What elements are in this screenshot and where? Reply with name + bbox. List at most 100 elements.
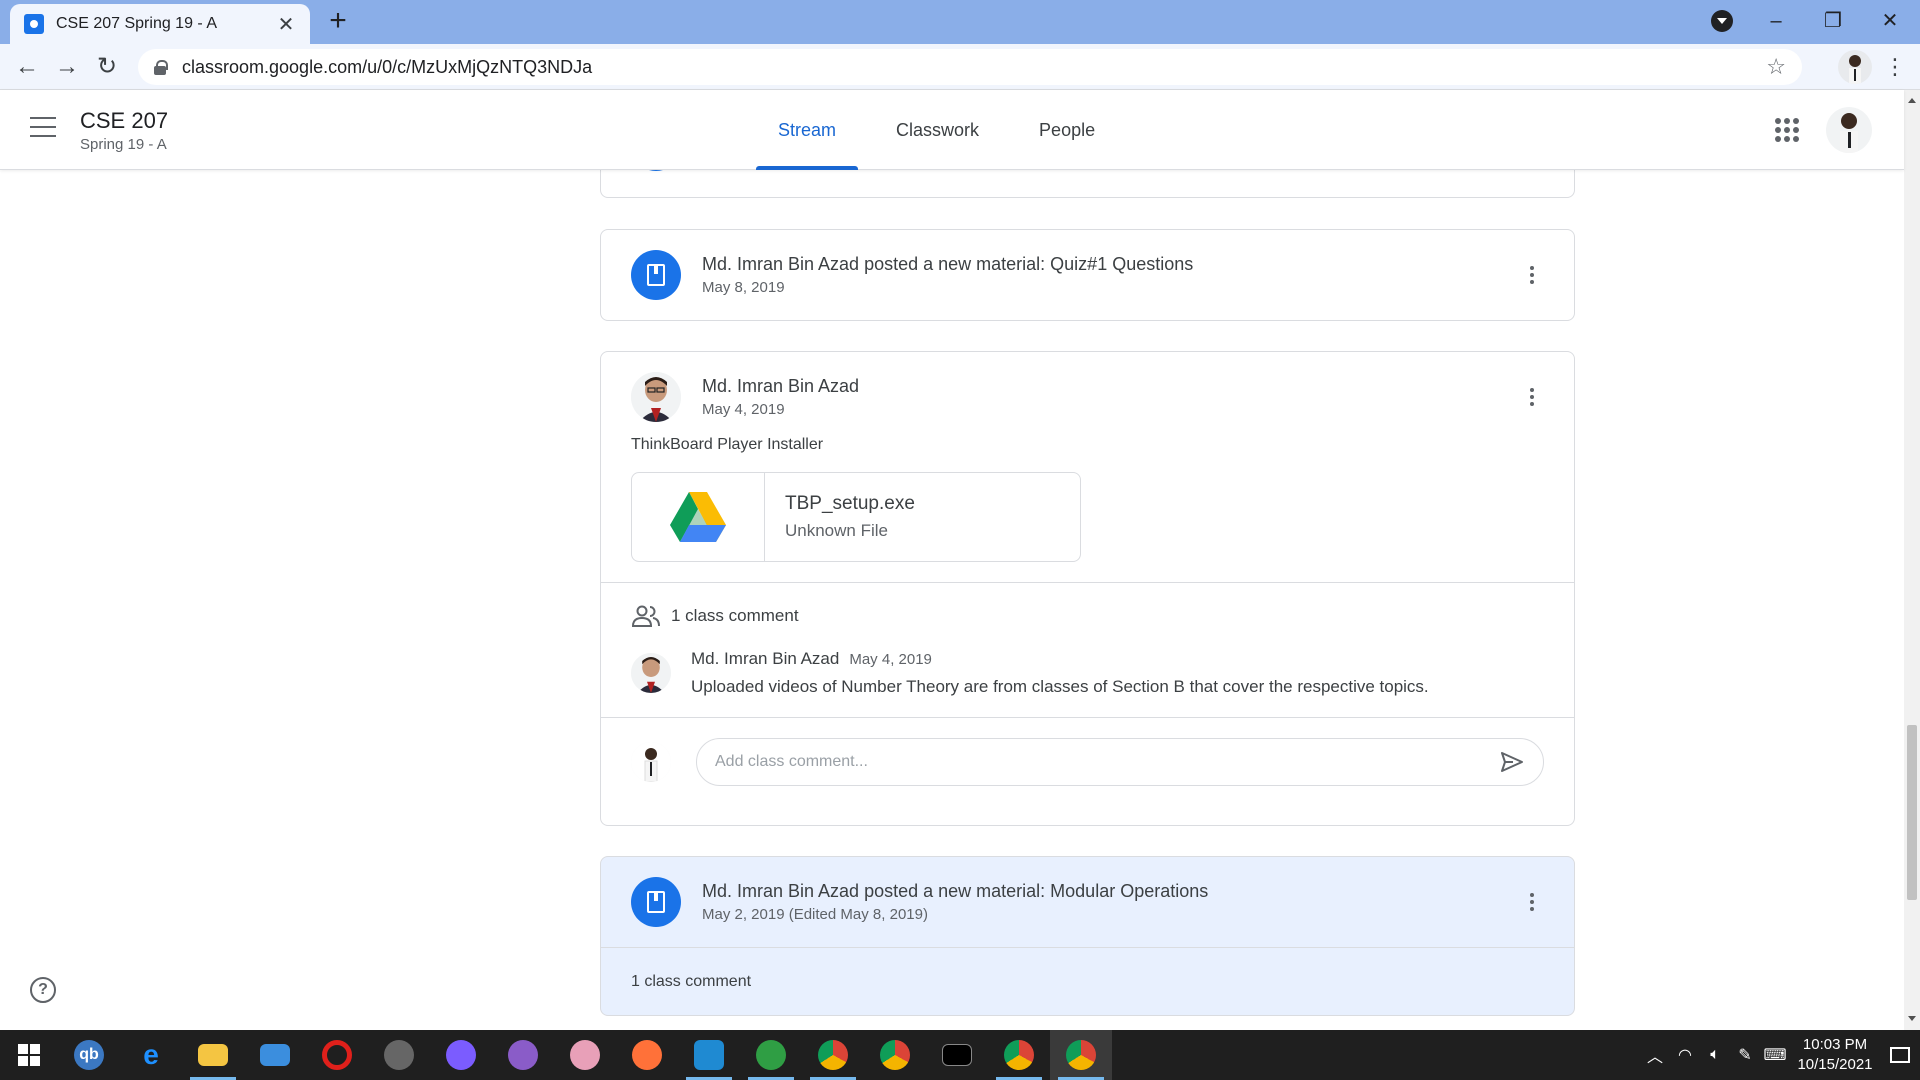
tab-search-icon[interactable] <box>1711 10 1733 32</box>
taskbar-chrome-1[interactable] <box>802 1030 864 1080</box>
taskbar-mail[interactable] <box>244 1030 306 1080</box>
url-text[interactable]: classroom.google.com/u/0/c/MzUxMjQzNTQ3N… <box>182 57 1766 78</box>
opera-icon <box>322 1040 352 1070</box>
firefox-icon <box>632 1040 662 1070</box>
material-date: May 8, 2019 <box>702 279 785 296</box>
main-menu-icon[interactable] <box>30 117 56 137</box>
previous-stream-card[interactable] <box>600 170 1575 198</box>
taskbar-qbittorrent[interactable]: qb <box>58 1030 120 1080</box>
comment-input[interactable] <box>715 753 1499 771</box>
taskbar-terminal[interactable] <box>926 1030 988 1080</box>
taskbar-paint[interactable] <box>554 1030 616 1080</box>
keyboard-icon[interactable]: ⌨ <box>1760 1030 1790 1080</box>
announcement-card: Md. Imran Bin Azad May 4, 2019 ThinkBoar… <box>600 351 1575 826</box>
tab-stream[interactable]: Stream <box>748 90 866 170</box>
taskbar-edge[interactable]: e <box>120 1030 182 1080</box>
bookmark-star-icon[interactable]: ☆ <box>1766 54 1786 80</box>
class-tabs: Stream Classwork People <box>748 90 1125 170</box>
more-options-icon[interactable] <box>1520 263 1544 287</box>
taskbar-firefox[interactable] <box>616 1030 678 1080</box>
edge-icon: e <box>143 1039 159 1070</box>
close-window-button[interactable]: ✕ <box>1870 6 1910 36</box>
chrome-icon <box>1004 1040 1034 1070</box>
browser-toolbar: ← → ↻ classroom.google.com/u/0/c/MzUxMjQ… <box>0 44 1920 90</box>
mail-icon <box>260 1044 290 1066</box>
help-icon[interactable]: ? <box>30 977 56 1003</box>
browser-tab[interactable]: CSE 207 Spring 19 - A ✕ <box>10 4 310 44</box>
scrollbar-thumb[interactable] <box>1907 725 1917 900</box>
attachment-name: TBP_setup.exe <box>785 493 915 514</box>
taskbar-inkscape[interactable] <box>368 1030 430 1080</box>
messenger-icon <box>446 1040 476 1070</box>
volume-icon[interactable]: 🔈︎ <box>1700 1030 1730 1080</box>
material-icon <box>631 170 681 171</box>
material-book-icon <box>631 877 681 927</box>
windows-taskbar: qb e ︿ ◠ 🔈︎ ✎ ⌨ 10:03 PM 10/15/2021 <box>0 1030 1920 1080</box>
clock-date: 10/15/2021 <box>1797 1056 1873 1073</box>
material-title[interactable]: Md. Imran Bin Azad posted a new material… <box>702 254 1520 275</box>
taskbar-clock[interactable]: 10:03 PM 10/15/2021 <box>1790 1035 1880 1075</box>
comments-count[interactable]: 1 class comment <box>671 606 799 626</box>
taskbar-matlab[interactable] <box>740 1030 802 1080</box>
back-button[interactable]: ← <box>12 52 42 82</box>
tab-classwork[interactable]: Classwork <box>866 90 1009 170</box>
minimize-button[interactable]: – <box>1756 6 1796 36</box>
add-comment-row <box>601 718 1574 806</box>
class-comments-toggle[interactable]: 1 class comment <box>601 583 1574 649</box>
action-center-icon[interactable] <box>1880 1030 1920 1080</box>
google-apps-icon[interactable] <box>1775 118 1799 142</box>
google-drive-icon <box>632 473 765 561</box>
page-scrollbar[interactable] <box>1904 90 1920 1030</box>
chrome-icon <box>1066 1040 1096 1070</box>
post-body: ThinkBoard Player Installer <box>631 436 824 453</box>
taskbar-github[interactable] <box>492 1030 554 1080</box>
browser-profile-avatar[interactable] <box>1838 50 1872 84</box>
taskbar-file-explorer[interactable] <box>182 1030 244 1080</box>
classroom-favicon-icon <box>24 14 44 34</box>
taskbar-messenger[interactable] <box>430 1030 492 1080</box>
attachment-tbp-setup[interactable]: TBP_setup.exe Unknown File <box>631 472 1081 562</box>
show-hidden-icons-icon[interactable]: ︿ <box>1640 1030 1670 1080</box>
tab-people[interactable]: People <box>1009 90 1125 170</box>
taskbar-chrome-2[interactable] <box>864 1030 926 1080</box>
post-author: Md. Imran Bin Azad <box>702 376 860 396</box>
github-icon <box>508 1040 538 1070</box>
people-icon <box>631 605 660 627</box>
material-date: May 2, 2019 (Edited May 8, 2019) <box>702 906 928 923</box>
author-avatar <box>631 372 681 422</box>
forward-button[interactable]: → <box>52 52 82 82</box>
close-tab-icon[interactable]: ✕ <box>276 12 296 37</box>
comment-date: May 4, 2019 <box>849 651 932 668</box>
classroom-header: CSE 207 Spring 19 - A Stream Classwork P… <box>0 90 1904 170</box>
more-options-icon[interactable] <box>1520 385 1544 409</box>
windows-start-icon[interactable] <box>0 1030 58 1080</box>
clock-time: 10:03 PM <box>1802 1036 1868 1053</box>
material-comments-count[interactable]: 1 class comment <box>601 948 1574 1016</box>
send-icon[interactable] <box>1499 749 1525 775</box>
current-user-avatar <box>631 742 671 782</box>
material-title[interactable]: Md. Imran Bin Azad posted a new material… <box>702 881 1520 902</box>
address-bar[interactable]: classroom.google.com/u/0/c/MzUxMjQzNTQ3N… <box>138 49 1802 85</box>
restore-button[interactable]: ❐ <box>1813 6 1853 36</box>
taskbar-opera[interactable] <box>306 1030 368 1080</box>
add-comment-field[interactable] <box>696 738 1544 786</box>
taskbar-vscode[interactable] <box>678 1030 740 1080</box>
lock-icon[interactable] <box>154 60 168 75</box>
taskbar-chrome-4[interactable] <box>1050 1030 1112 1080</box>
more-options-icon[interactable] <box>1520 890 1544 914</box>
browser-menu-icon[interactable]: ⋮ <box>1880 52 1910 82</box>
scroll-up-arrow-icon[interactable] <box>1908 98 1916 103</box>
pen-icon[interactable]: ✎ <box>1730 1030 1760 1080</box>
scroll-down-arrow-icon[interactable] <box>1908 1016 1916 1021</box>
post-date: May 4, 2019 <box>702 401 785 418</box>
wifi-icon[interactable]: ◠ <box>1670 1030 1700 1080</box>
stream-content: Md. Imran Bin Azad posted a new material… <box>0 170 1904 1030</box>
material-card-quiz1[interactable]: Md. Imran Bin Azad posted a new material… <box>600 229 1575 321</box>
comment-item: Md. Imran Bin Azad May 4, 2019 Uploaded v… <box>601 649 1574 717</box>
reload-button[interactable]: ↻ <box>92 52 122 82</box>
class-name[interactable]: CSE 207 <box>80 108 168 134</box>
account-avatar[interactable] <box>1826 107 1872 153</box>
taskbar-chrome-3[interactable] <box>988 1030 1050 1080</box>
new-tab-button[interactable]: + <box>322 6 354 38</box>
material-card-modular-operations[interactable]: Md. Imran Bin Azad posted a new material… <box>600 856 1575 1016</box>
